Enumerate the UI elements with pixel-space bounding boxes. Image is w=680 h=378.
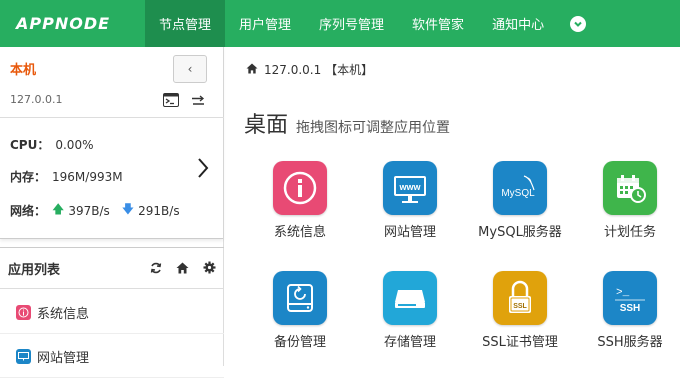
chevron-right-icon[interactable] [197,157,209,183]
sidebar-app-system-info[interactable]: 系统信息 [0,292,224,334]
refresh-icon[interactable] [150,259,162,278]
memory-value: 196M/993M [52,169,123,184]
desktop-subtitle: 拖拽图标可调整应用位置 [296,120,451,136]
network-up-value: 397B/s [68,203,110,218]
nav-notification-center[interactable]: 通知中心 [478,0,558,47]
ssh-icon-text: SSH [620,303,641,314]
network-down-value: 291B/s [138,203,180,218]
ssl-lock-icon: SSL [493,271,547,325]
app-tile-mysql[interactable]: MySQL MySQL服务器 [465,161,575,240]
www-icon [16,349,31,364]
info-icon [16,305,31,320]
www-icon: www [383,161,437,215]
app-tile-system-info[interactable]: 系统信息 [245,161,355,240]
nav-node-management[interactable]: 节点管理 [145,0,226,47]
divider [0,117,224,118]
tile-label: SSH服务器 [597,335,663,350]
page-title: 桌面 拖拽图标可调整应用位置 [244,107,450,139]
host-panel: 本机 ‹ 127.0.0.1 CPU： 0.00% 内存： 196M/993M … [0,47,224,239]
host-ip: 127.0.0.1 [10,93,63,106]
arrow-down-icon: 🡇 [121,202,135,216]
calendar-icon [603,161,657,215]
nav-more-button[interactable] [558,0,598,47]
tile-label: SSL证书管理 [482,335,558,350]
main-content: 127.0.0.1 【本机】 桌面 拖拽图标可调整应用位置 系统信息 www 网… [224,47,680,366]
collapse-sidebar-button[interactable]: ‹ [173,55,207,83]
tile-label: 计划任务 [603,225,656,240]
cpu-stat: CPU： 0.00% [10,136,93,153]
home-icon[interactable] [246,62,258,77]
app-tile-website[interactable]: www 网站管理 [355,161,465,240]
app-tile-ssl[interactable]: SSL SSL证书管理 [465,271,575,350]
desktop-title: 桌面 [244,113,289,138]
gear-icon[interactable] [203,259,216,278]
mysql-icon: MySQL [493,161,547,215]
app-tile-backup[interactable]: 备份管理 [245,271,355,350]
terminal-icon[interactable] [163,92,179,111]
top-navbar: APPNODE 节点管理 用户管理 序列号管理 软件管家 通知中心 [0,0,680,47]
nav-user-management[interactable]: 用户管理 [225,0,305,47]
tile-label: 存储管理 [383,335,436,350]
app-tile-scheduled-tasks[interactable]: 计划任务 [575,161,680,240]
storage-icon [383,271,437,325]
breadcrumb-host[interactable]: 127.0.0.1 【本机】 [264,61,373,78]
sidebar-app-website[interactable]: 网站管理 [0,336,224,378]
app-list-header: 应用列表 [0,247,224,289]
tile-label: 备份管理 [273,335,326,350]
cpu-label: CPU： [10,138,50,152]
sidebar: 本机 ‹ 127.0.0.1 CPU： 0.00% 内存： 196M/993M … [0,47,224,378]
sidebar-app-label: 系统信息 [37,307,90,322]
ssh-icon: >_ SSH [603,271,657,325]
app-tile-ssh[interactable]: >_ SSH SSH服务器 [575,271,680,350]
arrow-up-icon: 🡅 [52,202,65,216]
switch-arrows-icon[interactable] [191,92,205,111]
nav-serial-management[interactable]: 序列号管理 [305,0,398,47]
memory-label: 内存： [10,170,47,184]
breadcrumb: 127.0.0.1 【本机】 [246,61,373,78]
brand-logo[interactable]: APPNODE [0,0,145,47]
info-icon [273,161,327,215]
tile-label: MySQL服务器 [478,225,562,240]
ssh-prompt-text: >_ [616,287,630,299]
tile-label: 系统信息 [273,225,326,240]
tile-label: 网站管理 [383,225,436,240]
www-icon-text: www [398,182,421,192]
app-list-title: 应用列表 [8,262,61,278]
nav-software-manager[interactable]: 软件管家 [398,0,478,47]
network-label: 网络： [10,204,47,218]
network-stat: 网络： 🡅 397B/s 🡇 291B/s [10,200,180,221]
host-name: 本机 [10,63,37,78]
chevron-down-icon [570,15,587,32]
home-icon[interactable] [176,259,189,278]
backup-icon [273,271,327,325]
sidebar-app-label: 网站管理 [37,351,90,366]
cpu-value: 0.00% [55,137,94,152]
ssl-icon-text: SSL [513,303,527,310]
app-tile-storage[interactable]: 存储管理 [355,271,465,350]
memory-stat: 内存： 196M/993M [10,168,123,185]
mysql-icon-text: MySQL [501,188,535,199]
